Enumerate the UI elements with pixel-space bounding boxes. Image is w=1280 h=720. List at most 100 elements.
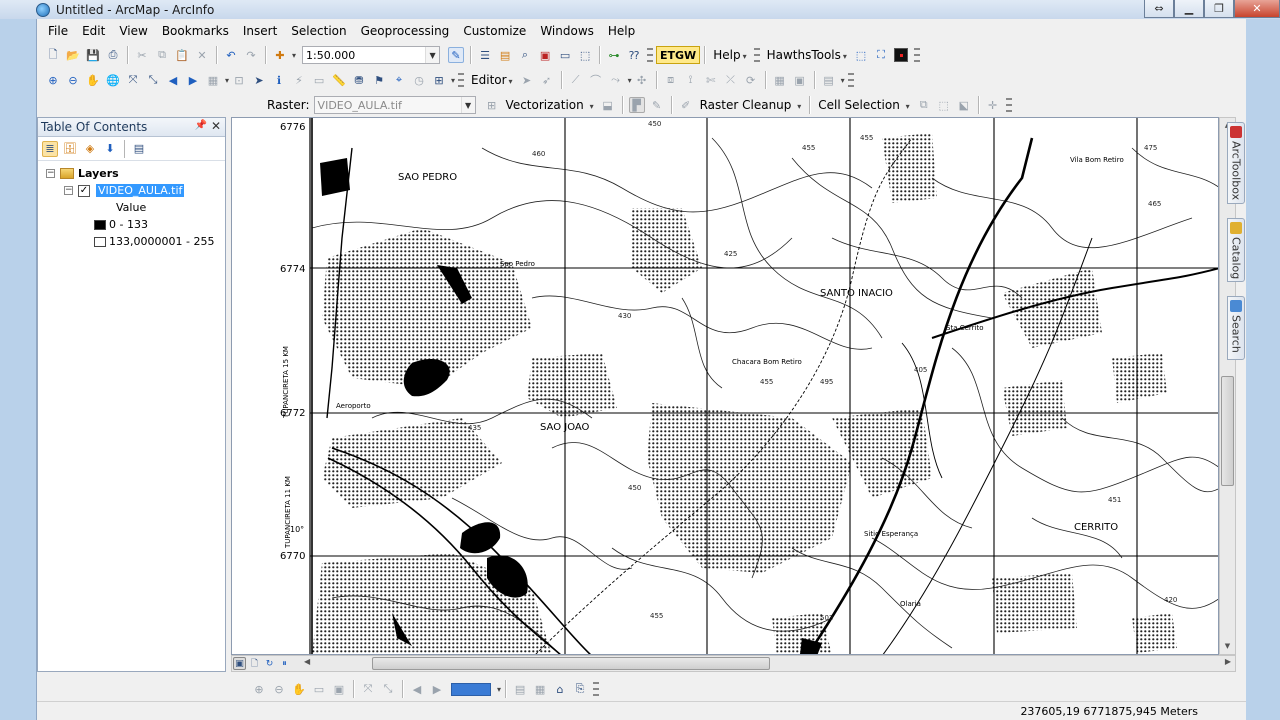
- copy-icon[interactable]: ⧉: [154, 47, 170, 63]
- refresh-view-icon[interactable]: ↻: [263, 657, 276, 670]
- toolbar-grip[interactable]: [753, 48, 760, 62]
- edit-tool-icon[interactable]: ➤: [519, 72, 535, 88]
- class-swatch[interactable]: [94, 219, 106, 230]
- menu-selection[interactable]: Selection: [284, 20, 353, 42]
- delete-icon[interactable]: ✕: [194, 47, 210, 63]
- toolbar-grip[interactable]: [458, 73, 465, 87]
- raster-layer-combobox[interactable]: VIDEO_AULA.tif ▼: [313, 96, 476, 114]
- cut-icon[interactable]: ✂: [134, 47, 150, 63]
- modelbuilder-icon[interactable]: ⬚: [577, 47, 593, 63]
- edit-annotation-icon[interactable]: ➶: [539, 72, 555, 88]
- pause-drawing-icon[interactable]: ⏸: [278, 657, 291, 670]
- menu-file[interactable]: File: [41, 20, 75, 42]
- pan-layout-icon[interactable]: ✋: [291, 681, 307, 697]
- data-driven-pages-icon[interactable]: ⎘: [572, 681, 588, 697]
- add-data-dropdown-icon[interactable]: ▾: [292, 51, 296, 60]
- restore-window-arrows-icon[interactable]: ⇔: [1144, 0, 1174, 18]
- fixed-zoom-in-icon[interactable]: ⤧: [125, 72, 141, 88]
- python-window-icon[interactable]: ▭: [557, 47, 573, 63]
- layer-visibility-checkbox[interactable]: ✓: [78, 184, 90, 197]
- go-forward-arrow-icon[interactable]: ▶: [185, 72, 201, 88]
- point-tool-icon[interactable]: ✣: [634, 72, 650, 88]
- menu-edit[interactable]: Edit: [75, 20, 112, 42]
- select-by-rectangle-icon[interactable]: ▦: [205, 72, 221, 88]
- zoom-out-icon[interactable]: ⊖: [65, 72, 81, 88]
- search-window-icon[interactable]: ⌕: [517, 47, 533, 63]
- hyperlink-icon[interactable]: ⚡: [291, 72, 307, 88]
- menu-bookmarks[interactable]: Bookmarks: [155, 20, 236, 42]
- go-back-arrow-icon[interactable]: ◀: [165, 72, 181, 88]
- collapse-icon[interactable]: −: [64, 186, 73, 195]
- editor-toolbar-icon[interactable]: ✎: [448, 47, 465, 63]
- raster-snapping-icon[interactable]: ⊞: [484, 97, 500, 113]
- layer-row[interactable]: − ✓ VIDEO_AULA.tif: [38, 182, 225, 199]
- fixed-zoom-in-layout-icon[interactable]: ⤧: [360, 681, 376, 697]
- vertical-scroll-thumb[interactable]: [1221, 376, 1234, 486]
- class-swatch[interactable]: [94, 236, 106, 247]
- hawths-raster-icon[interactable]: [893, 48, 908, 62]
- pin-icon[interactable]: 📌: [195, 120, 207, 131]
- arctoolbox-dock-tab[interactable]: ArcToolbox: [1227, 122, 1245, 204]
- list-by-drawing-order-icon[interactable]: ≣: [42, 140, 58, 157]
- scroll-right-arrow-icon[interactable]: ▶: [1225, 657, 1231, 666]
- sketch-properties-icon[interactable]: ▣: [792, 72, 808, 88]
- menu-insert[interactable]: Insert: [236, 20, 284, 42]
- toolbar-grip[interactable]: [1005, 98, 1012, 112]
- list-by-visibility-icon[interactable]: ◈: [82, 141, 98, 157]
- list-by-source-icon[interactable]: 🗄: [62, 141, 78, 157]
- dashed-selection-icon[interactable]: ⬚: [853, 47, 869, 63]
- horizontal-scroll-thumb[interactable]: [372, 657, 770, 670]
- toolbar-grip[interactable]: [593, 682, 600, 696]
- data-view-icon[interactable]: ▣: [233, 657, 246, 670]
- clear-selection-icon[interactable]: ⊡: [231, 72, 247, 88]
- identify-info-icon[interactable]: ℹ: [271, 72, 287, 88]
- chevron-down-icon[interactable]: ▾: [497, 685, 501, 694]
- vectorization-trace-icon[interactable]: ✎: [649, 97, 665, 113]
- create-viewer-window-icon[interactable]: ⊞: [431, 72, 447, 88]
- layout-view-icon[interactable]: 🗋: [248, 657, 261, 670]
- redo-icon[interactable]: ↷: [243, 47, 259, 63]
- chevron-down-icon[interactable]: ▾: [225, 76, 229, 85]
- maximize-icon[interactable]: ❐: [1204, 0, 1234, 18]
- close-icon[interactable]: ✕: [211, 119, 221, 133]
- chevron-down-icon[interactable]: ▾: [628, 76, 632, 85]
- find-binoculars-icon[interactable]: ⛃: [351, 72, 367, 88]
- legend-class-row[interactable]: 0 - 133: [38, 216, 225, 233]
- change-layout-icon[interactable]: ⌂: [552, 681, 568, 697]
- html-popup-icon[interactable]: ▭: [311, 72, 327, 88]
- scroll-left-arrow-icon[interactable]: ◀: [304, 657, 310, 666]
- layers-dataframe-row[interactable]: − Layers: [38, 165, 225, 182]
- vectorization-settings-icon[interactable]: ⬓: [600, 97, 616, 113]
- undo-icon[interactable]: ↶: [223, 47, 239, 63]
- measure-ruler-icon[interactable]: 📏: [331, 72, 347, 88]
- interactive-selection-icon[interactable]: ⬚: [936, 97, 952, 113]
- raster-cleanup-brush-icon[interactable]: ✐: [678, 97, 694, 113]
- select-elements-pointer-icon[interactable]: ➤: [251, 72, 267, 88]
- time-slider-icon[interactable]: ◷: [411, 72, 427, 88]
- table-of-contents-icon[interactable]: ☰: [477, 47, 493, 63]
- select-polygon-icon[interactable]: ⛶: [873, 47, 889, 63]
- rotate-tool-icon[interactable]: ⟳: [743, 72, 759, 88]
- pan-hand-icon[interactable]: ✋: [85, 72, 101, 88]
- whats-this-help-icon[interactable]: ⁇: [626, 47, 642, 63]
- end-point-arc-icon[interactable]: ⌒: [588, 72, 604, 88]
- raster-cleanup-menu-button[interactable]: Raster Cleanup ▾: [700, 98, 802, 112]
- split-tool-icon[interactable]: ⤫: [723, 72, 739, 88]
- menu-view[interactable]: View: [112, 20, 154, 42]
- zoom-in-icon[interactable]: ⊕: [45, 72, 61, 88]
- menu-customize[interactable]: Customize: [456, 20, 533, 42]
- search-dock-tab[interactable]: Search: [1227, 296, 1245, 360]
- go-to-xy-icon[interactable]: ⌖: [391, 72, 407, 88]
- layer-name[interactable]: VIDEO_AULA.tif: [96, 184, 185, 197]
- chevron-down-icon[interactable]: ▼: [425, 47, 440, 63]
- new-document-icon[interactable]: 🗋: [45, 47, 61, 63]
- minimize-icon[interactable]: ▁: [1174, 0, 1204, 18]
- menu-help[interactable]: Help: [601, 20, 642, 42]
- cell-select-plus-icon[interactable]: ✛: [985, 97, 1001, 113]
- add-data-icon[interactable]: ✚: [272, 47, 288, 63]
- zoom-in-layout-icon[interactable]: ⊕: [251, 681, 267, 697]
- toolbar-grip[interactable]: [647, 48, 654, 62]
- trace-icon[interactable]: ⤳: [608, 72, 624, 88]
- help-menu-button[interactable]: Help ▾: [713, 48, 746, 62]
- etgw-tools-button[interactable]: ETGW: [656, 46, 701, 64]
